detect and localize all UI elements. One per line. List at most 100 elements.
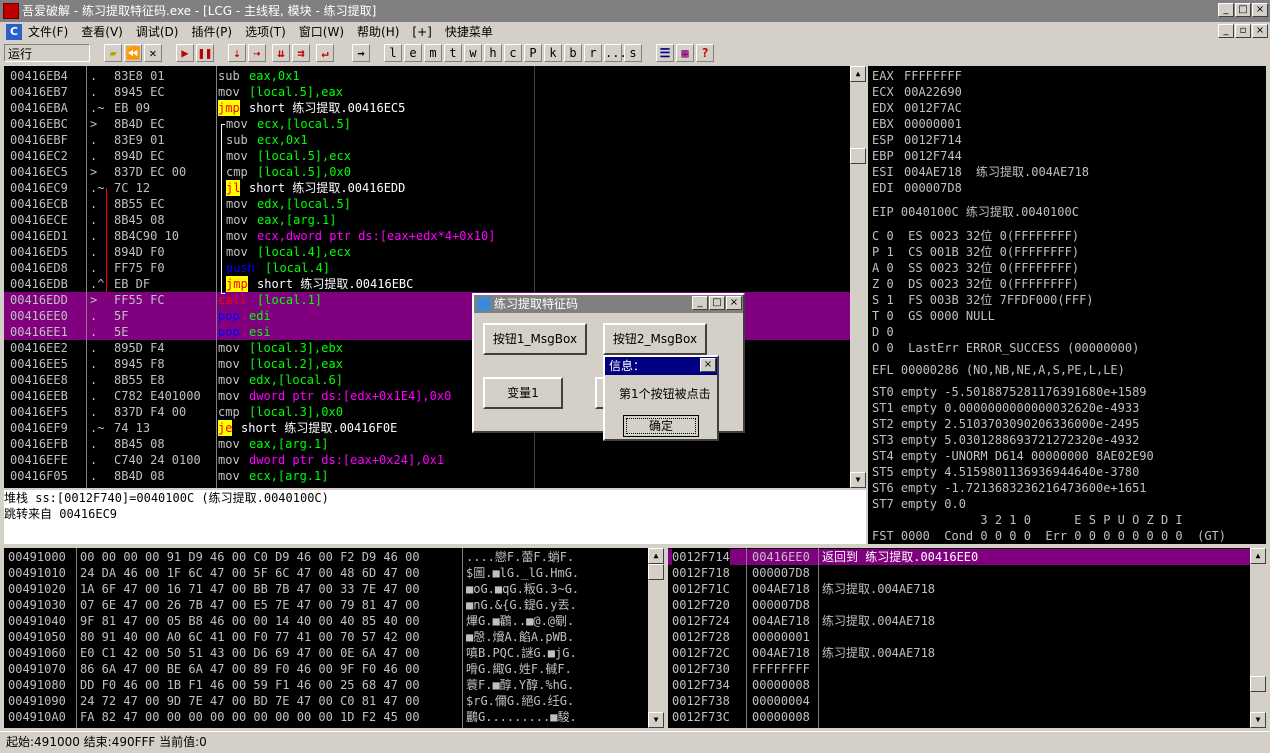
fpu-register-row[interactable]: ST6 empty -1.7213683236216473600e+1651 bbox=[872, 480, 1266, 496]
window-button-5[interactable]: h bbox=[484, 44, 502, 62]
stack-row[interactable]: 0012F72C 004AE718 练习提取.004AE718 bbox=[668, 645, 1250, 661]
mdi-minimize-icon[interactable]: _ bbox=[1218, 24, 1234, 38]
dump-row[interactable]: 00491060 E0 C1 42 00 50 51 43 00 D6 69 47… bbox=[4, 645, 648, 661]
register-row[interactable]: EBP 0012F744 bbox=[872, 148, 1266, 164]
fpu-register-row[interactable]: ST5 empty 4.5159801136936944640e-3780 bbox=[872, 464, 1266, 480]
scroll-down-icon[interactable]: ▼ bbox=[850, 472, 866, 488]
window-button-12[interactable]: s bbox=[624, 44, 642, 62]
stack-scrollbar[interactable]: ▲ ▼ bbox=[1250, 548, 1266, 728]
disasm-row[interactable]: 00416EBC >8B4D EC mov ecx,[local.5] bbox=[4, 116, 850, 132]
open-icon[interactable]: ▰ bbox=[104, 44, 122, 62]
dump-row[interactable]: 00491070 86 6A 47 00 BE 6A 47 00 89 F0 46… bbox=[4, 661, 648, 677]
flag-segment-row[interactable]: T 0 GS 0000 NULL bbox=[872, 308, 1266, 324]
dump-row[interactable]: 00491080 DD F0 46 00 1B F1 46 00 59 F1 46… bbox=[4, 677, 648, 693]
target-minimize-icon[interactable]: _ bbox=[692, 296, 708, 310]
mdi-restore-icon[interactable]: ▫ bbox=[1235, 24, 1251, 38]
dump-row[interactable]: 00491030 07 6E 47 00 26 7B 47 00 E5 7E 47… bbox=[4, 597, 648, 613]
stack-scroll-thumb[interactable] bbox=[1250, 676, 1266, 692]
fpu-status-header[interactable]: 3 2 1 0 E S P U O Z D I bbox=[872, 512, 1266, 528]
disasm-row[interactable]: 00416ED5. 894D F0 mov [local.4],ecx bbox=[4, 244, 850, 260]
flag-segment-row[interactable]: C 0 ES 0023 32位 0(FFFFFFFF) bbox=[872, 228, 1266, 244]
target-app-title-bar[interactable]: 练习提取特征码 _ □ × bbox=[474, 295, 743, 313]
window-button-0[interactable]: l bbox=[384, 44, 402, 62]
stack-scroll-up-icon[interactable]: ▲ bbox=[1250, 548, 1266, 564]
flag-segment-row[interactable]: S 1 FS 003B 32位 7FFDF000(FFF) bbox=[872, 292, 1266, 308]
window-button-11[interactable]: ... bbox=[604, 44, 627, 62]
stack-scroll-down-icon[interactable]: ▼ bbox=[1250, 712, 1266, 728]
eip-register[interactable]: EIP 0040100C 练习提取.0040100C bbox=[872, 204, 1266, 220]
options-icon[interactable]: ▦ bbox=[676, 44, 694, 62]
fpu-register-row[interactable]: ST2 empty 2.5103703090206336000e-2495 bbox=[872, 416, 1266, 432]
dump-scrollbar[interactable]: ▲ ▼ bbox=[648, 548, 664, 728]
register-row[interactable]: EBX 00000001 bbox=[872, 116, 1266, 132]
memory-dump-pane[interactable]: 00491000 00 00 00 00 91 D9 46 00 C0 D9 46… bbox=[4, 548, 648, 728]
ok-button[interactable]: 确定 bbox=[623, 415, 699, 437]
window-button-9[interactable]: b bbox=[564, 44, 582, 62]
stack-row[interactable]: 0012F720 000007D8 bbox=[668, 597, 1250, 613]
fpu-register-row[interactable]: ST0 empty -5.5018875281176391680e+1589 bbox=[872, 384, 1266, 400]
menu-item[interactable]: 查看(V) bbox=[81, 22, 123, 42]
window-button-10[interactable]: r bbox=[584, 44, 602, 62]
dump-row[interactable]: 00491010 24 DA 46 00 1F 6C 47 00 5F 6C 47… bbox=[4, 565, 648, 581]
disasm-row[interactable]: 00416F05. 8B4D 08 mov ecx,[arg.1] bbox=[4, 468, 850, 484]
go-to-icon[interactable]: → bbox=[352, 44, 370, 62]
flag-segment-row[interactable]: A 0 SS 0023 32位 0(FFFFFFFF) bbox=[872, 260, 1266, 276]
menu-item[interactable]: 文件(F) bbox=[28, 22, 68, 42]
main-title-bar[interactable]: 吾爱破解 - 练习提取特征码.exe - [LCG - 主线程, 模块 - 练习… bbox=[0, 0, 1270, 22]
disasm-row[interactable]: 00416EB7. 8945 EC mov [local.5],eax bbox=[4, 84, 850, 100]
pause-icon[interactable]: ❚❚ bbox=[196, 44, 214, 62]
menu-item[interactable]: 调试(D) bbox=[136, 22, 179, 42]
disasm-row[interactable]: 00416EC2. 894D EC mov [local.5],ecx bbox=[4, 148, 850, 164]
disasm-row[interactable]: 00416ECE. 8B45 08 mov eax,[arg.1] bbox=[4, 212, 850, 228]
flag-segment-row[interactable]: P 1 CS 001B 32位 0(FFFFFFFF) bbox=[872, 244, 1266, 260]
disasm-row[interactable]: 00416EB4. 83E8 01 sub eax,0x1 bbox=[4, 68, 850, 84]
info-pane[interactable]: 堆栈 ss:[0012F740]=0040100C (练习提取.0040100C… bbox=[4, 490, 866, 544]
stack-row[interactable]: 0012F73C 00000008 bbox=[668, 709, 1250, 725]
fpu-register-row[interactable]: ST1 empty 0.0000000000000032620e-4933 bbox=[872, 400, 1266, 416]
dump-scroll-thumb[interactable] bbox=[648, 564, 664, 580]
minimize-icon[interactable]: _ bbox=[1218, 3, 1234, 17]
menu-item[interactable]: 窗口(W) bbox=[299, 22, 344, 42]
disasm-row[interactable]: 00416ED8. FF75 F0 push [local.4] bbox=[4, 260, 850, 276]
trace-into-icon[interactable]: ⇊ bbox=[272, 44, 290, 62]
dump-row[interactable]: 00491050 80 91 40 00 A0 6C 41 00 F0 77 41… bbox=[4, 629, 648, 645]
message-box[interactable]: 信息： × 第1个按钮被点击 确定 bbox=[603, 355, 719, 441]
restart-icon[interactable]: ⏪ bbox=[124, 44, 142, 62]
disasm-scrollbar[interactable]: ▲ ▼ bbox=[850, 66, 866, 488]
disasm-row[interactable]: 00416EDB .^ EB DF jmp short 练习提取.00416EBC bbox=[4, 276, 850, 292]
dump-row[interactable]: 00491040 9F 81 47 00 05 B8 46 00 00 14 40… bbox=[4, 613, 648, 629]
run-icon[interactable]: ▶ bbox=[176, 44, 194, 62]
menu-item[interactable]: 快捷菜单 bbox=[445, 22, 493, 42]
app-icon[interactable] bbox=[3, 3, 19, 19]
window-button-7[interactable]: P bbox=[524, 44, 542, 62]
fpu-register-row[interactable]: ST3 empty 5.0301288693721272320e-4932 bbox=[872, 432, 1266, 448]
dump-scroll-down-icon[interactable]: ▼ bbox=[648, 712, 664, 728]
trace-over-icon[interactable]: ⇉ bbox=[292, 44, 310, 62]
scroll-thumb[interactable] bbox=[850, 148, 866, 164]
menu-item[interactable]: 帮助(H) bbox=[357, 22, 399, 42]
efl-register[interactable]: EFL 00000286 (NO,NB,NE,A,S,PE,L,LE) bbox=[872, 362, 1266, 378]
disasm-row[interactable]: 00416EBF. 83E9 01 sub ecx,0x1 bbox=[4, 132, 850, 148]
close-icon[interactable]: × bbox=[1252, 3, 1268, 17]
stack-row[interactable]: 0012F718 000007D8 bbox=[668, 565, 1250, 581]
step-over-icon[interactable]: ⇢ bbox=[248, 44, 266, 62]
stack-row[interactable]: 0012F734 00000008 bbox=[668, 677, 1250, 693]
stack-row[interactable]: 0012F71C 004AE718 练习提取.004AE718 bbox=[668, 581, 1250, 597]
disasm-row[interactable]: 00416EC9 .~ 7C 12 jl short 练习提取.00416EDD bbox=[4, 180, 850, 196]
message-box-close-icon[interactable]: × bbox=[700, 358, 716, 372]
register-row[interactable]: ECX 00A22690 bbox=[872, 84, 1266, 100]
disasm-row[interactable]: 00416EC5 >837D EC 00 cmp [local.5],0x0 bbox=[4, 164, 850, 180]
close-process-icon[interactable]: ✕ bbox=[144, 44, 162, 62]
stack-row[interactable]: 0012F728 00000001 bbox=[668, 629, 1250, 645]
button-2-msgbox[interactable]: 按钮2_MsgBox bbox=[603, 323, 707, 355]
window-button-1[interactable]: e bbox=[404, 44, 422, 62]
register-row[interactable]: EDX 0012F7AC bbox=[872, 100, 1266, 116]
fpu-register-row[interactable]: ST4 empty -UNORM D614 00000000 8AE02E90 bbox=[872, 448, 1266, 464]
flag-segment-row[interactable]: O 0 LastErr ERROR_SUCCESS (00000000) bbox=[872, 340, 1266, 356]
window-button-3[interactable]: t bbox=[444, 44, 462, 62]
register-row[interactable]: ESI 004AE718 练习提取.004AE718 bbox=[872, 164, 1266, 180]
stack-row[interactable]: 0012F714 00416EE0 返回到 练习提取.00416EE0 bbox=[668, 549, 1250, 565]
disasm-row[interactable]: 00416EBA .~ EB 09 jmp short 练习提取.00416EC5 bbox=[4, 100, 850, 116]
window-button-8[interactable]: k bbox=[544, 44, 562, 62]
dump-row[interactable]: 004910A0 FA 82 47 00 00 00 00 00 00 00 00… bbox=[4, 709, 648, 725]
